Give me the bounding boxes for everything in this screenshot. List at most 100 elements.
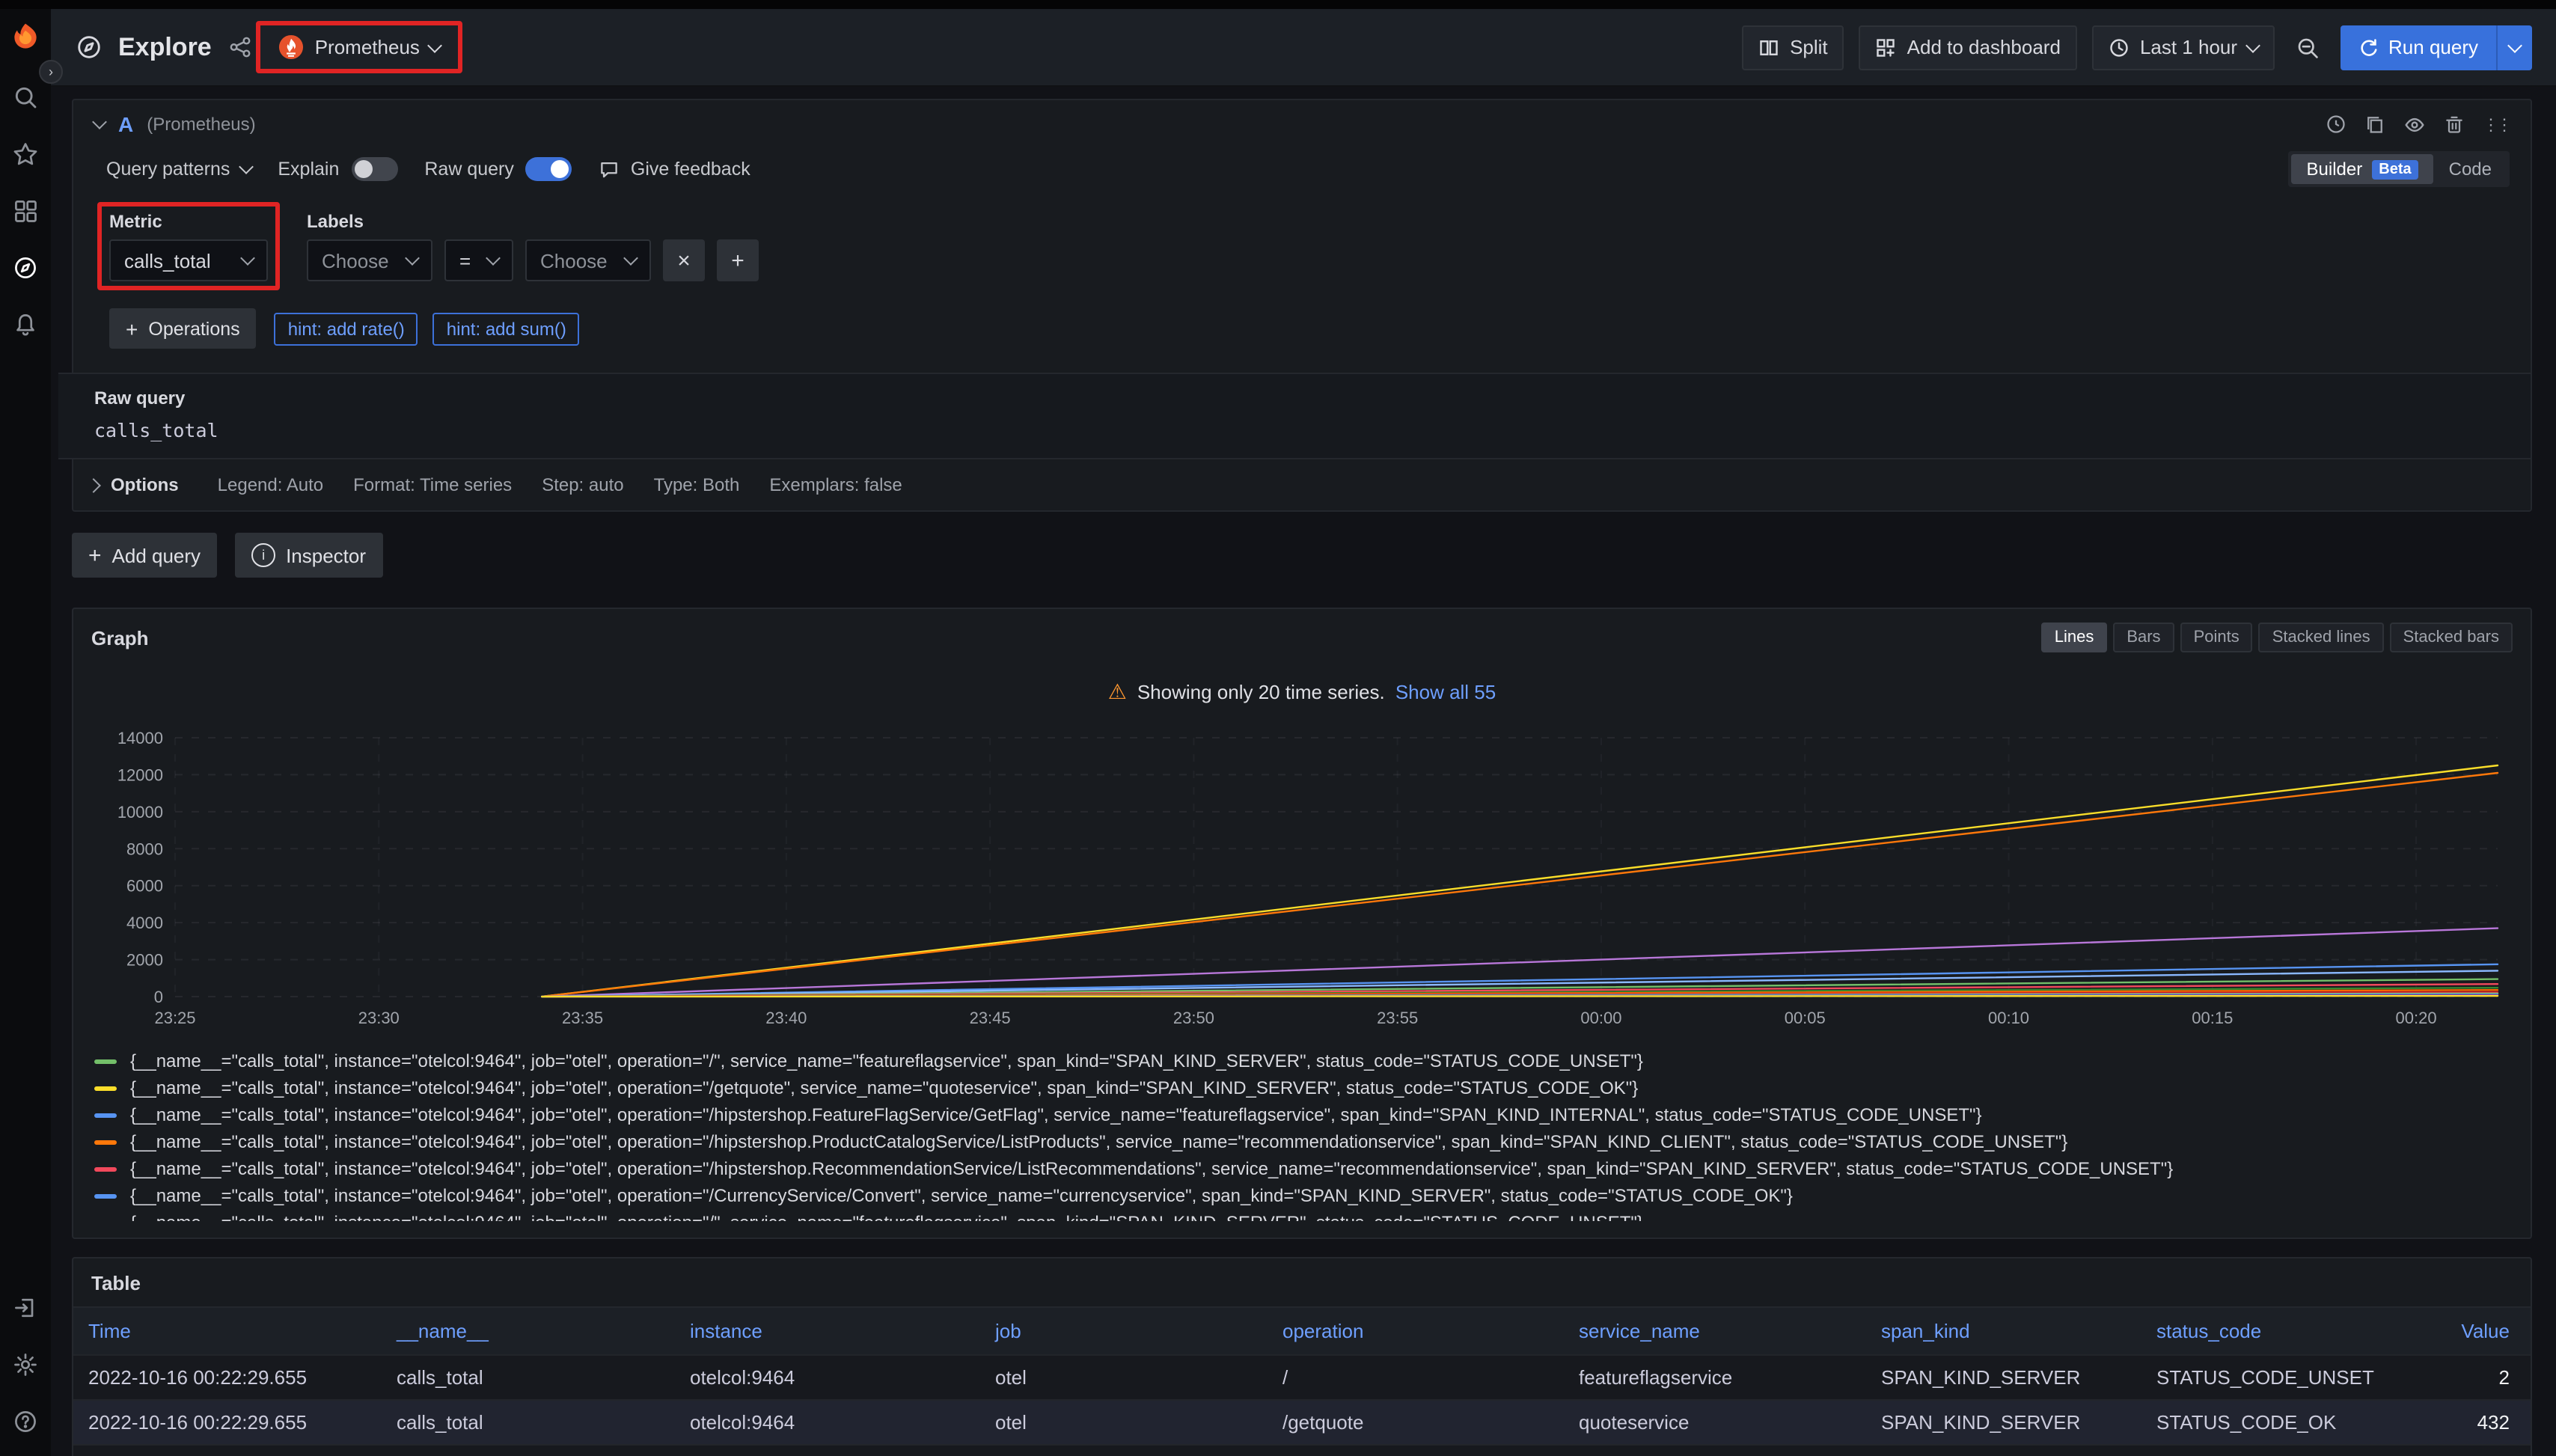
metric-select[interactable]: calls_total <box>109 239 268 281</box>
query-row-header[interactable]: A (Prometheus) ⋮⋮ <box>94 100 2510 148</box>
svg-text:6000: 6000 <box>126 877 163 896</box>
legend-row[interactable]: {__name__="calls_total", instance="otelc… <box>94 1131 2510 1154</box>
table-cell: SPAN_KIND_SERVER <box>1869 1400 2144 1445</box>
chevron-down-icon <box>486 251 501 266</box>
svg-text:23:55: 23:55 <box>1377 1009 1418 1027</box>
chevron-down-icon <box>2245 37 2260 52</box>
column-header-service-name[interactable]: service_name <box>1567 1307 1869 1355</box>
time-series-chart[interactable]: 0200040006000800010000120001400023:2523:… <box>91 729 2516 1036</box>
column-header-operation[interactable]: operation <box>1271 1307 1567 1355</box>
sidebar-item-configuration[interactable] <box>12 1351 39 1378</box>
grafana-logo[interactable] <box>9 21 42 54</box>
table-cell: otel <box>983 1445 1271 1456</box>
share-icon[interactable] <box>230 36 252 58</box>
sidebar-item-dashboards[interactable] <box>12 198 39 224</box>
add-to-dashboard-icon <box>1876 37 1897 58</box>
query-patterns-dropdown[interactable]: Query patterns <box>106 159 251 180</box>
column-header-instance[interactable]: instance <box>678 1307 983 1355</box>
graph-mode-bars[interactable]: Bars <box>2113 623 2174 652</box>
column-header--name-[interactable]: __name__ <box>385 1307 678 1355</box>
graph-panel: Graph LinesBarsPointsStacked linesStacke… <box>72 608 2532 1239</box>
column-header-value[interactable]: Value <box>2420 1307 2531 1355</box>
legend-row[interactable]: {__name__="calls_total", instance="otelc… <box>94 1077 2510 1100</box>
add-to-dashboard-button[interactable]: Add to dashboard <box>1859 25 2077 70</box>
inspector-button[interactable]: i Inspector <box>235 533 382 578</box>
explain-toggle[interactable] <box>351 157 397 181</box>
table-cell: /getquote <box>1271 1400 1567 1445</box>
graph-mode-lines[interactable]: Lines <box>2041 623 2108 652</box>
query-hint-chip[interactable]: hint: add sum() <box>433 312 580 345</box>
run-query-button[interactable]: Run query <box>2341 25 2496 70</box>
duplicate-query-button[interactable] <box>2364 114 2385 135</box>
run-query-dropdown-button[interactable] <box>2496 25 2532 70</box>
label-key-placeholder: Choose <box>322 249 389 272</box>
legend-series-color <box>94 1113 117 1118</box>
collapse-chevron-icon[interactable] <box>92 114 107 129</box>
add-operation-button[interactable]: + Operations <box>109 308 257 349</box>
disable-query-button[interactable] <box>2403 113 2426 135</box>
raw-query-toggle[interactable] <box>526 157 572 181</box>
graph-mode-points[interactable]: Points <box>2180 623 2253 652</box>
column-header-time[interactable]: Time <box>73 1307 385 1355</box>
query-patterns-label: Query patterns <box>106 159 230 180</box>
raw-query-toggle-label: Raw query <box>424 159 514 180</box>
query-hint-chip[interactable]: hint: add rate() <box>275 312 418 345</box>
sidebar-item-starred[interactable] <box>12 141 39 168</box>
legend-series-label[interactable]: {__name__="calls_total", instance="otelc… <box>130 1185 1793 1208</box>
datasource-picker[interactable]: Prometheus <box>267 27 453 67</box>
remove-label-button[interactable]: × <box>663 239 705 281</box>
time-range-picker[interactable]: Last 1 hour <box>2092 25 2275 70</box>
graph-legend: {__name__="calls_total", instance="otelc… <box>94 1050 2510 1208</box>
options-collapse-button[interactable]: Options <box>79 473 188 497</box>
column-header-span-kind[interactable]: span_kind <box>1869 1307 2144 1355</box>
legend-series-label[interactable]: {__name__="calls_total", instance="otelc… <box>130 1158 2173 1181</box>
labels-field: Labels Choose = Choose <box>307 211 759 281</box>
table-cell: calls_total <box>385 1445 678 1456</box>
label-operator-select[interactable]: = <box>444 239 513 281</box>
grafana-logo-icon <box>9 21 42 54</box>
sidebar-item-help[interactable] <box>12 1408 39 1435</box>
page-title: Explore <box>118 32 212 62</box>
legend-row[interactable]: {__name__="calls_total", instance="otelc… <box>94 1104 2510 1127</box>
give-feedback-link[interactable]: Give feedback <box>599 159 750 180</box>
sidebar-expand-button[interactable]: › <box>39 60 63 84</box>
legend-row[interactable]: {__name__="calls_total", instance="otelc… <box>94 1050 2510 1073</box>
code-mode-button[interactable]: Code <box>2434 154 2507 184</box>
column-header-job[interactable]: job <box>983 1307 1271 1355</box>
trash-icon <box>2444 114 2465 135</box>
query-help-button[interactable] <box>2326 114 2346 135</box>
sidebar-item-search[interactable] <box>12 84 39 111</box>
drag-handle[interactable]: ⋮⋮ <box>2483 114 2510 134</box>
table-cell: /hipstershop.FeatureFlagServi... <box>1271 1445 1567 1456</box>
remove-query-button[interactable] <box>2444 114 2465 135</box>
legend-row[interactable]: {__name__="calls_total", instance="otelc… <box>94 1212 2510 1221</box>
sidebar-item-sign-in[interactable] <box>12 1294 39 1321</box>
legend-series-label[interactable]: {__name__="calls_total", instance="otelc… <box>130 1131 2067 1154</box>
legend-series-label[interactable]: {__name__="calls_total", instance="otelc… <box>130 1077 1638 1100</box>
label-key-select[interactable]: Choose <box>307 239 432 281</box>
legend-row[interactable]: {__name__="calls_total", instance="otelc… <box>94 1185 2510 1208</box>
legend-series-label[interactable]: {__name__="calls_total", instance="otelc… <box>130 1212 1643 1221</box>
column-header-status-code[interactable]: status_code <box>2144 1307 2420 1355</box>
zoom-out-button[interactable] <box>2290 25 2326 70</box>
sidebar-item-alerting[interactable] <box>12 311 39 338</box>
topbar: Explore Prometheus <box>51 9 2556 87</box>
split-button[interactable]: Split <box>1742 25 1844 70</box>
add-label-button[interactable]: + <box>717 239 759 281</box>
show-all-series-link[interactable]: Show all 55 <box>1395 681 1496 703</box>
svg-text:0: 0 <box>154 988 163 1006</box>
legend-series-label[interactable]: {__name__="calls_total", instance="otelc… <box>130 1050 1643 1073</box>
legend-series-color <box>94 1140 117 1145</box>
add-query-button[interactable]: + Add query <box>72 533 217 578</box>
builder-mode-button[interactable]: Builder Beta <box>2292 154 2434 184</box>
sidebar-item-explore[interactable] <box>12 254 39 281</box>
graph-mode-stacked-bars[interactable]: Stacked bars <box>2390 623 2513 652</box>
svg-text:14000: 14000 <box>117 729 163 747</box>
prometheus-icon <box>279 34 305 60</box>
query-builder-body: Metric calls_total Labels Choose <box>94 205 2510 349</box>
legend-row[interactable]: {__name__="calls_total", instance="otelc… <box>94 1158 2510 1181</box>
legend-series-label[interactable]: {__name__="calls_total", instance="otelc… <box>130 1104 1982 1127</box>
graph-mode-stacked-lines[interactable]: Stacked lines <box>2259 623 2384 652</box>
legend-series-color <box>94 1059 117 1064</box>
label-value-select[interactable]: Choose <box>525 239 651 281</box>
